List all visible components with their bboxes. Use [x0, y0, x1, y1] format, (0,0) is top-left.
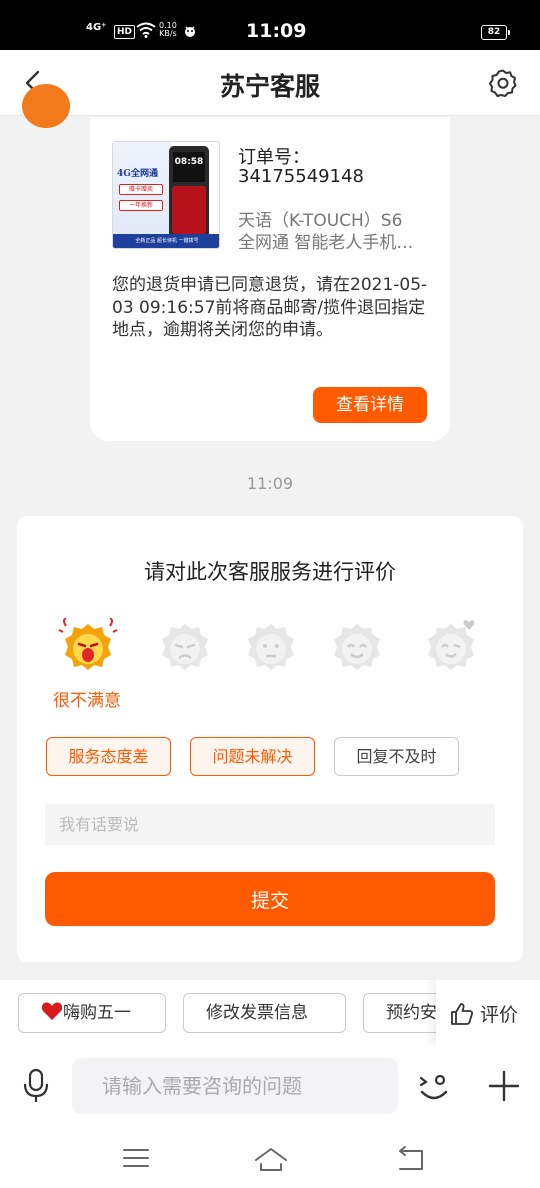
- home-icon[interactable]: [254, 1144, 288, 1172]
- thumbs-up-icon: [451, 1003, 474, 1025]
- menu-icon[interactable]: [121, 1144, 151, 1172]
- emoji-icon[interactable]: [416, 1068, 452, 1104]
- notification-icon: [185, 26, 195, 37]
- system-nav-bar: [0, 1130, 540, 1188]
- network-speed: 0.10 KB/s: [159, 22, 177, 38]
- neutral-face-icon[interactable]: [241, 618, 301, 678]
- chip-label: 嗨购五一: [63, 1003, 131, 1023]
- product-phone-keypad: [172, 186, 206, 234]
- product-image[interactable]: 4G全网通 赠卡赠卖 一年换新 08:58 全新正品 超长待机 一键拨号: [112, 141, 220, 249]
- chip-may-day[interactable]: 嗨购五一: [18, 993, 166, 1033]
- product-image-tag: 一年换新: [119, 200, 163, 211]
- tag-slow-reply[interactable]: 回复不及时: [334, 737, 459, 776]
- hd-badge: HD: [114, 25, 136, 39]
- product-image-tag: 赠卡赠卖: [119, 184, 163, 195]
- submit-button[interactable]: 提交: [45, 872, 495, 926]
- very-dissatisfied-face-icon[interactable]: [58, 618, 118, 678]
- battery-icon: 82: [481, 25, 510, 40]
- rate-button[interactable]: 评价: [436, 980, 540, 1046]
- tag-poor-attitude[interactable]: 服务态度差: [46, 737, 171, 776]
- clock: 11:09: [246, 20, 307, 42]
- view-details-button[interactable]: 查看详情: [313, 387, 427, 423]
- microphone-icon[interactable]: [22, 1068, 50, 1104]
- product-phone-graphic: 08:58: [169, 146, 209, 238]
- product-name[interactable]: 天语（K-TOUCH）S6 全网通 智能老人手机…: [238, 210, 428, 254]
- plus-icon[interactable]: [488, 1070, 520, 1102]
- gear-icon[interactable]: [488, 68, 518, 98]
- rating-card: 请对此次客服服务进行评价 很不满意 服务态度差 问题未解决 回复不及时 提: [17, 516, 523, 962]
- product-name-line: 全网通 智能老人手机…: [238, 233, 414, 253]
- tag-unresolved[interactable]: 问题未解决: [190, 737, 315, 776]
- satisfied-face-icon[interactable]: [327, 618, 387, 678]
- speed-unit: KB/s: [159, 29, 177, 38]
- page-title: 苏宁客服: [219, 72, 320, 101]
- order-card: 4G全网通 赠卡赠卖 一年换新 08:58 全新正品 超长待机 一键拨号 订单号…: [90, 117, 450, 441]
- product-image-panel: [113, 142, 171, 248]
- rating-title: 请对此次客服服务进行评价: [144, 560, 396, 584]
- product-phone-clock: 08:58: [173, 152, 205, 182]
- chip-edit-invoice[interactable]: 修改发票信息: [183, 993, 346, 1033]
- back-nav-icon[interactable]: [396, 1144, 426, 1172]
- very-satisfied-face-icon[interactable]: [421, 618, 481, 678]
- rating-label: 很不满意: [53, 691, 121, 711]
- wifi-icon: [136, 22, 156, 38]
- product-image-banner: 全新正品 超长待机 一键拨号: [113, 234, 219, 248]
- chip-label: 修改发票信息: [206, 1003, 308, 1023]
- dissatisfied-face-icon[interactable]: [155, 618, 215, 678]
- chat-timestamp: 11:09: [246, 474, 294, 493]
- return-message: 您的退货申请已同意退货，请在2021-05-03 09:16:57前将商品邮寄/…: [112, 275, 428, 340]
- status-bar: 4G⁺ HD 0.10 KB/s 11:09 82: [0, 0, 540, 50]
- network-indicator: 4G⁺: [86, 22, 107, 33]
- heart-icon: [41, 1002, 63, 1020]
- header: 苏宁客服: [0, 50, 540, 116]
- product-image-network: 4G全网通: [117, 169, 158, 179]
- rate-label: 评价: [480, 1004, 519, 1026]
- comment-input[interactable]: [45, 804, 495, 845]
- quick-actions-bar: 嗨购五一 修改发票信息 预约安装 评价: [0, 980, 540, 1046]
- message-input[interactable]: [72, 1058, 398, 1114]
- product-name-line: 天语（K-TOUCH）S6: [238, 211, 403, 231]
- input-bar: [0, 1046, 540, 1130]
- agent-avatar: [22, 84, 70, 128]
- order-number: 34175549148: [238, 166, 364, 187]
